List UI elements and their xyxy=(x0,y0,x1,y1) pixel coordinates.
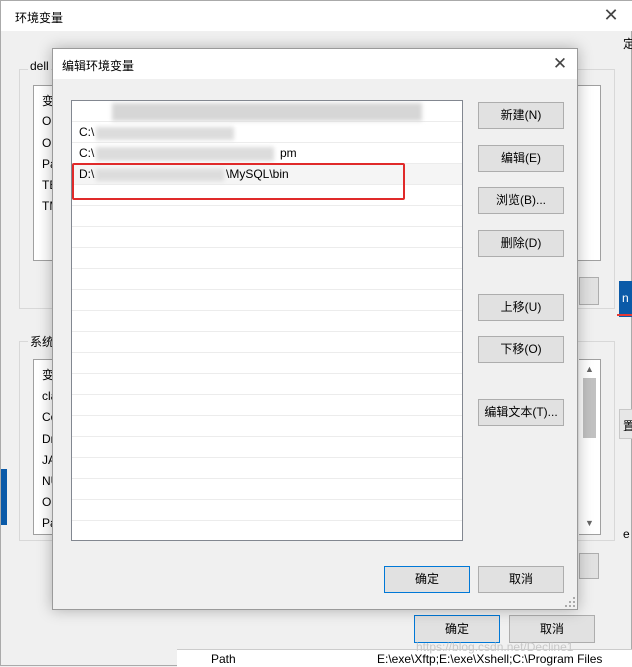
scroll-thumb[interactable] xyxy=(583,378,596,438)
resize-grip-icon[interactable] xyxy=(565,597,575,607)
outer-ok-button[interactable]: 确定 xyxy=(414,615,500,643)
path-list-item-empty[interactable] xyxy=(72,311,462,332)
path-list-item-empty[interactable] xyxy=(72,500,462,521)
path-list-item[interactable]: C:\ xyxy=(72,122,462,143)
path-list-item-empty[interactable] xyxy=(72,353,462,374)
path-list-item-empty[interactable] xyxy=(72,521,462,540)
edit-text-button[interactable]: 编辑文本(T)... xyxy=(478,399,564,426)
path-list-item-empty[interactable] xyxy=(72,227,462,248)
path-item-text: C:\ xyxy=(79,146,95,160)
redacted-blur xyxy=(96,147,274,161)
outer-right-button-partial-label: 置 xyxy=(623,419,632,433)
watermark: https://blog.csdn.net/Decline1 xyxy=(416,640,574,654)
background-row-value: E:\exe\Xftp;E:\exe\Xshell;C:\Program Fil… xyxy=(377,652,603,666)
outer-cancel-button[interactable]: 取消 xyxy=(509,615,595,643)
background-row-name: Path xyxy=(211,652,236,666)
path-list-item-empty[interactable] xyxy=(72,458,462,479)
outer-close-icon[interactable]: ✕ xyxy=(601,5,621,25)
scroll-up-icon[interactable]: ▲ xyxy=(585,364,594,374)
inner-ok-button[interactable]: 确定 xyxy=(384,566,470,593)
outer-dialog-title: 环境变量 xyxy=(15,11,64,25)
path-list-item-empty[interactable] xyxy=(72,290,462,311)
path-list-item-empty[interactable] xyxy=(72,269,462,290)
path-list-item-empty[interactable] xyxy=(72,332,462,353)
outer-right-btn-edge xyxy=(579,553,599,579)
delete-button[interactable]: 删除(D) xyxy=(478,230,564,257)
outer-red-underline xyxy=(617,314,632,316)
outer-title-bar: 环境变量 ✕ xyxy=(1,1,632,31)
inner-cancel-button[interactable]: 取消 xyxy=(478,566,564,593)
new-button[interactable]: 新建(N) xyxy=(478,102,564,129)
path-list-item-empty[interactable] xyxy=(72,206,462,227)
outer-right-partial-label: 定 xyxy=(623,37,632,51)
path-list-item[interactable]: C:\ pm xyxy=(72,143,462,164)
path-list-item-empty[interactable] xyxy=(72,248,462,269)
outer-right-partial-label-2: e xyxy=(623,527,630,541)
path-list-item-empty[interactable] xyxy=(72,437,462,458)
inner-dialog-title: 编辑环境变量 xyxy=(62,59,135,73)
redacted-blur xyxy=(96,127,234,140)
outer-right-strip-label: n xyxy=(622,291,629,305)
path-list-item[interactable] xyxy=(72,101,462,122)
move-up-button[interactable]: 上移(U) xyxy=(478,294,564,321)
path-list-item-empty[interactable] xyxy=(72,374,462,395)
path-list-item-empty[interactable] xyxy=(72,416,462,437)
scroll-down-icon[interactable]: ▼ xyxy=(585,518,594,528)
outer-left-blue-strip xyxy=(1,469,7,525)
path-item-text: C:\ xyxy=(79,125,95,139)
move-down-button[interactable]: 下移(O) xyxy=(478,336,564,363)
user-variables-group-label: dell xyxy=(28,59,51,73)
browse-button[interactable]: 浏览(B)... xyxy=(478,187,564,214)
edit-button[interactable]: 编辑(E) xyxy=(478,145,564,172)
outer-right-btn-edge-2 xyxy=(579,277,599,305)
path-list-item-empty[interactable] xyxy=(72,395,462,416)
user-variables-list-right-edge xyxy=(577,85,601,261)
edit-environment-variable-dialog: 编辑环境变量 ✕ C:\ C:\ pm D:\ \MySQL\bin 新建(N)… xyxy=(52,48,578,610)
path-list-item-empty[interactable] xyxy=(72,479,462,500)
inner-title-bar: 编辑环境变量 ✕ xyxy=(53,49,577,79)
redacted-blur xyxy=(112,103,422,121)
path-item-suffix: pm xyxy=(280,146,297,160)
system-variables-scrollbar[interactable]: ▲ ▼ xyxy=(579,359,601,535)
inner-close-icon[interactable]: ✕ xyxy=(549,53,571,75)
highlight-box xyxy=(72,163,405,200)
